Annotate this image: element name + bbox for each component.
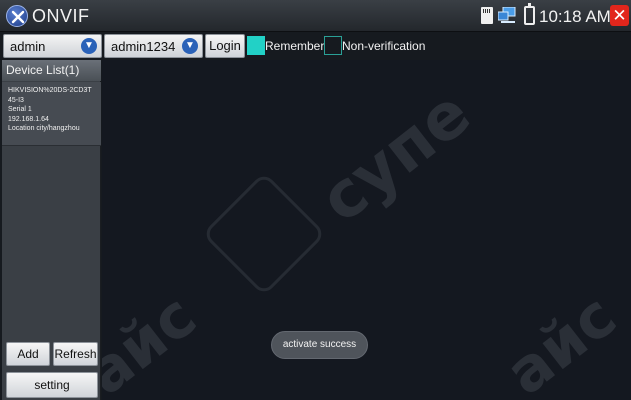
device-name-line1: HIKVISION%20DS-2CD3T [8, 87, 92, 94]
login-button[interactable]: Login [205, 34, 245, 58]
onvif-screen: ONVIF 10:18 AM ✕ admin ▼ admin1234 ▼ Log… [0, 0, 631, 400]
battery-icon [524, 3, 535, 25]
add-button[interactable]: Add [6, 342, 50, 366]
login-toolbar: admin ▼ admin1234 ▼ Login Remember Non-v… [0, 33, 631, 59]
device-location: Location city/hangzhou [8, 125, 80, 132]
device-list-header: Device List(1) [2, 60, 101, 81]
status-clock: 10:18 AM [539, 7, 611, 26]
watermark-text: айс [492, 281, 630, 400]
toast-message: activate success [271, 331, 368, 359]
watermark-text: супе [306, 76, 485, 238]
device-list-item[interactable]: HIKVISION%20DS-2CD3T 45-I3 Serial 1 192.… [2, 82, 101, 146]
username-select[interactable]: admin ▼ [3, 34, 102, 58]
device-sidebar: Device List(1) HIKVISION%20DS-2CD3T 45-I… [2, 60, 101, 400]
title-bar: ONVIF 10:18 AM ✕ [0, 0, 631, 32]
device-name-line2: 45-I3 [8, 96, 24, 104]
refresh-button[interactable]: Refresh [53, 342, 98, 366]
app-title: ONVIF [32, 6, 90, 26]
username-value: admin [10, 39, 46, 54]
remember-label: Remember [265, 39, 325, 53]
device-ip: 192.168.1.64 [8, 115, 49, 123]
password-select[interactable]: admin1234 ▼ [104, 34, 203, 58]
setting-button[interactable]: setting [6, 372, 98, 398]
chevron-down-icon[interactable]: ▼ [81, 38, 97, 54]
password-value: admin1234 [111, 39, 176, 54]
sd-card-icon [481, 7, 493, 24]
network-icon [498, 7, 516, 23]
watermark-logo-icon [201, 171, 327, 297]
onvif-logo-icon[interactable] [6, 5, 28, 27]
non-verification-checkbox[interactable] [324, 36, 342, 55]
watermark-text: айс [102, 281, 210, 400]
close-button[interactable]: ✕ [610, 5, 629, 26]
remember-checkbox[interactable] [247, 36, 265, 55]
chevron-down-icon[interactable]: ▼ [182, 38, 198, 54]
non-verification-label: Non-verification [342, 39, 426, 53]
device-serial: Serial 1 [8, 106, 32, 113]
